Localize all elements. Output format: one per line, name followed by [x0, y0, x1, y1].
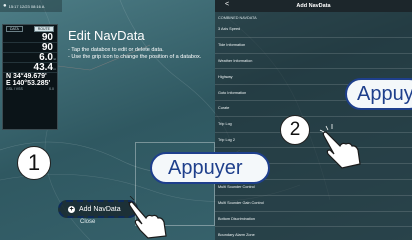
status-bar: ● 15:17 12/23 08:16 A — [0, 0, 62, 12]
databox-longitude: E 140°53.285' — [6, 80, 51, 87]
add-navdata-button[interactable]: + Add NavData — [58, 200, 138, 218]
close-button[interactable]: Close — [80, 219, 95, 225]
databox-unit: kt — [53, 57, 56, 61]
navdata-item[interactable]: Weather Information — [215, 54, 412, 70]
add-navdata-label: Add NavData — [79, 205, 121, 213]
navdata-item[interactable]: Tide Information — [215, 38, 412, 54]
info-title: Edit NavData — [68, 28, 145, 43]
edit-navdata-info: Edit NavData - Tap the databox to edit o… — [68, 28, 201, 61]
databox[interactable]: DATA ROUTE 90 90 6.0 kt 43.4 m N 34°49.6… — [2, 24, 58, 130]
pointing-hand-icon — [319, 124, 361, 169]
step-1-marker: 1 — [17, 146, 51, 180]
panel-header: < Add NavData — [215, 0, 412, 12]
databox-row[interactable]: 43.4 m — [3, 62, 57, 73]
info-line: - Tap the databox to edit or delete data… — [68, 47, 164, 53]
panel-title: Add NavData — [296, 3, 331, 9]
add-navdata-panel: < Add NavData COMBINED NAVDATA 3 Axis Sp… — [215, 0, 412, 240]
info-line: - Use the grip icon to change the positi… — [68, 54, 202, 60]
databox-footer-value: 0.0 — [49, 87, 54, 91]
step-2-marker: 2 — [280, 115, 310, 145]
navdata-item[interactable]: Multi Sounder Gain Control — [215, 196, 412, 212]
status-time: 15:17 12/23 08:16 A — [8, 3, 45, 9]
databox-value: 43.4 — [33, 62, 53, 73]
section-label: COMBINED NAVDATA — [218, 16, 257, 20]
pointing-hand-icon — [128, 196, 167, 239]
location-pin-icon: ● — [3, 3, 7, 9]
databox-footer: GSL / VSS 0.0 — [3, 87, 57, 91]
navdata-item[interactable]: Trip Log — [215, 117, 412, 133]
tap-callout-bubble: Appuyer — [150, 152, 270, 184]
tap-callout-bubble: Appuyer — [345, 78, 412, 110]
navdata-item[interactable]: Trip Log 2 — [215, 133, 412, 149]
navdata-item[interactable]: 3 Axis Speed — [215, 22, 412, 38]
databox-latitude: N 34°49.679' — [6, 73, 47, 80]
navdata-item[interactable]: Boundary Alarm Zone — [215, 227, 412, 240]
databox-tab-data[interactable]: DATA — [6, 26, 23, 32]
chevron-left-icon[interactable]: < — [225, 1, 229, 8]
navdata-item[interactable]: Bottom Discrimination — [215, 212, 412, 228]
plus-icon: + — [68, 205, 75, 213]
databox-footer-label: GSL / VSS — [6, 87, 23, 91]
databox-unit: m — [53, 67, 57, 71]
